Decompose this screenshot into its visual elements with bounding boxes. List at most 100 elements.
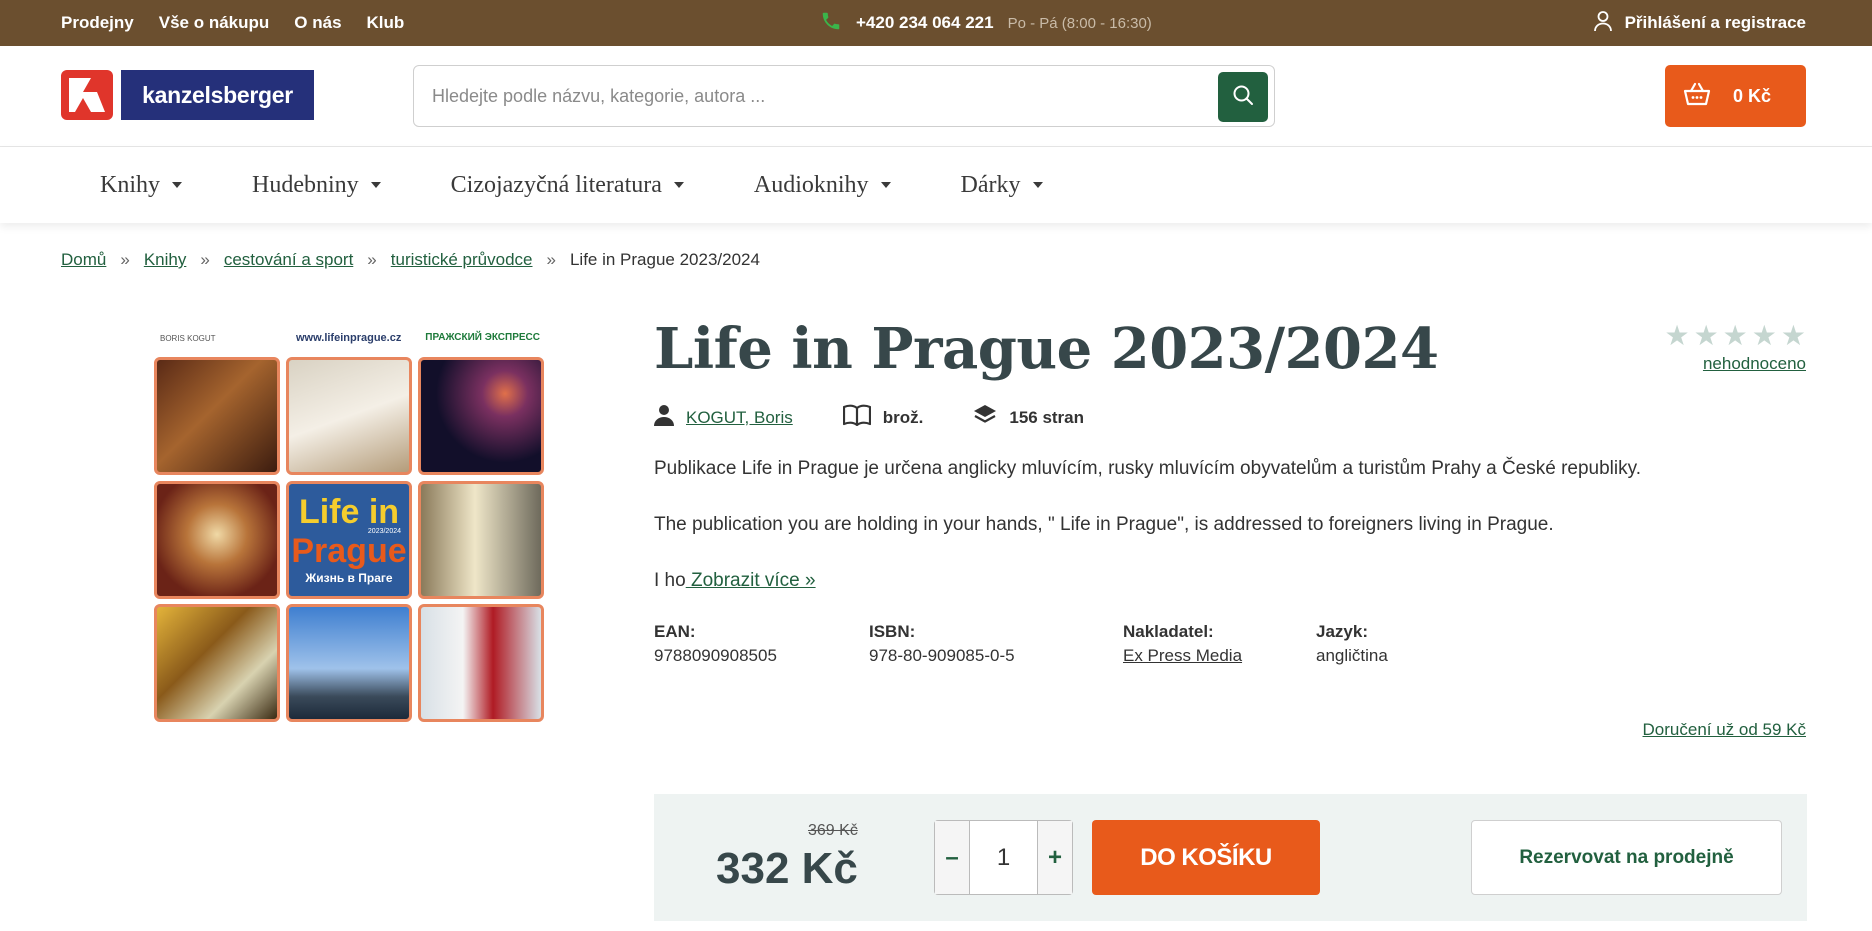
meta-author: KOGUT, Boris <box>654 404 793 431</box>
quantity-stepper: – + <box>934 820 1073 895</box>
quantity-increase-button[interactable]: + <box>1037 821 1072 894</box>
nav-label: Hudebniny <box>252 171 359 198</box>
basket-icon <box>1683 82 1711 111</box>
logo-mark-icon <box>61 70 113 120</box>
caret-down-icon <box>1032 182 1043 188</box>
spec-value: 9788090908505 <box>654 646 777 665</box>
cover-photo-drawing <box>286 357 412 475</box>
breadcrumb-travel-sport[interactable]: cestování a sport <box>224 250 353 270</box>
phone-icon <box>820 10 842 37</box>
star-icon: ★ <box>1751 320 1777 351</box>
binding-value: brož. <box>882 407 924 427</box>
product-cover-image[interactable]: BORIS KOGUT www.lifeinprague.cz ПРАЖСКИЙ… <box>150 328 548 728</box>
breadcrumb: Domů » Knihy » cestování a sport » turis… <box>61 250 760 270</box>
star-icon: ★ <box>1780 320 1806 351</box>
cover-url: www.lifeinprague.cz <box>296 332 402 344</box>
spec-value: 978-80-909085-0-5 <box>869 646 1015 665</box>
meta-pages: 156 stran <box>973 404 1084 431</box>
buy-box: 369 Kč 332 Kč – + DO KOŠÍKU Rezervovat n… <box>654 794 1807 921</box>
cover-title-tile: Life in 2023/2024 Prague Жизнь в Праге <box>286 481 412 599</box>
rating-link[interactable]: nehodnoceno <box>1703 354 1806 374</box>
description-paragraph: Publikace Life in Prague je určena angli… <box>654 458 1641 479</box>
login-label: Přihlášení a registrace <box>1624 13 1806 32</box>
nav-item-sheet-music[interactable]: Hudebniny <box>252 172 381 199</box>
cover-photo-library <box>154 357 280 475</box>
logo-wordmark: kanzelsberger <box>121 70 314 120</box>
layers-icon <box>973 404 997 431</box>
login-link[interactable]: Přihlášení a registrace <box>1593 0 1806 46</box>
add-to-cart-button[interactable]: DO KOŠÍKU <box>1092 820 1320 895</box>
cover-photo-theatre <box>154 481 280 599</box>
top-link-shopping-info[interactable]: Vše o nákupu <box>159 13 270 33</box>
cover-photo-metro <box>418 481 544 599</box>
spec-label: EAN: <box>654 622 696 641</box>
person-icon <box>654 404 674 431</box>
star-icon: ★ <box>1722 320 1748 351</box>
top-link-club[interactable]: Klub <box>367 13 405 33</box>
caret-down-icon <box>172 182 182 188</box>
breadcrumb-separator: » <box>120 250 130 269</box>
breadcrumb-current: Life in Prague 2023/2024 <box>569 250 760 269</box>
top-links: Prodejny Vše o nákupu O nás Klub <box>61 0 404 46</box>
star-icon: ★ <box>1664 320 1690 351</box>
top-link-stores[interactable]: Prodejny <box>61 13 134 33</box>
search-box <box>413 65 1275 127</box>
product-meta: KOGUT, Boris brož. 156 stran <box>654 404 1134 431</box>
reserve-in-store-button[interactable]: Rezervovat na prodejně <box>1471 820 1782 895</box>
spec-language: Jazyk: angličtina <box>1316 622 1466 666</box>
spec-label: ISBN: <box>869 622 916 641</box>
cover-title-line2: Prague <box>291 531 407 570</box>
cover-author: BORIS KOGUT <box>160 334 216 343</box>
breadcrumb-books[interactable]: Knihy <box>144 250 187 270</box>
old-price: 369 Kč <box>808 822 858 839</box>
cart-total: 0 Kč <box>1733 85 1772 106</box>
show-more-link[interactable]: Zobrazit více » <box>686 570 816 591</box>
contact-phone: +420 234 064 221 Po - Pá (8:00 - 16:30) <box>820 0 1152 46</box>
top-link-about[interactable]: O nás <box>294 13 341 33</box>
cart-button[interactable]: 0 Kč <box>1665 65 1806 127</box>
main-navigation: Knihy Hudebniny Cizojazyčná literatura A… <box>0 147 1872 223</box>
cover-photo-food <box>154 604 280 722</box>
nav-label: Audioknihy <box>753 171 869 198</box>
spec-value: angličtina <box>1316 646 1388 665</box>
nav-item-audiobooks[interactable]: Audioknihy <box>754 172 891 199</box>
quantity-input[interactable] <box>970 821 1037 894</box>
open-book-icon <box>842 404 871 431</box>
publisher-link[interactable]: Ex Press Media <box>1123 646 1242 665</box>
nav-item-gifts[interactable]: Dárky <box>961 172 1043 199</box>
breadcrumb-home[interactable]: Domů <box>61 250 106 270</box>
breadcrumb-separator: » <box>200 250 210 269</box>
cover-header: BORIS KOGUT www.lifeinprague.cz ПРАЖСКИЙ… <box>150 328 548 352</box>
nav-label: Dárky <box>960 171 1021 198</box>
rating-stars[interactable]: ★ ★ ★ ★ ★ <box>1664 320 1806 352</box>
breadcrumb-travel-guides[interactable]: turistické průvodce <box>391 250 533 270</box>
caret-down-icon <box>673 182 684 188</box>
site-logo[interactable]: kanzelsberger <box>61 70 314 120</box>
spec-isbn: ISBN: 978-80-909085-0-5 <box>869 622 1123 666</box>
search-button[interactable] <box>1218 72 1268 122</box>
product-rating: ★ ★ ★ ★ ★ nehodnoceno <box>1664 320 1806 374</box>
product-description: Publikace Life in Prague je určena angli… <box>654 456 1641 624</box>
search-input[interactable] <box>414 66 1214 126</box>
cover-photo-fireworks <box>418 357 544 475</box>
phone-number[interactable]: +420 234 064 221 <box>856 13 994 33</box>
author-link[interactable]: KOGUT, Boris <box>686 408 793 428</box>
current-price: 332 Kč <box>716 844 858 893</box>
search-icon <box>1232 84 1254 111</box>
nav-item-foreign-literature[interactable]: Cizojazyčná literatura <box>451 172 684 199</box>
spec-ean: EAN: 9788090908505 <box>654 622 869 666</box>
opening-hours: Po - Pá (8:00 - 16:30) <box>1007 14 1152 32</box>
nav-item-books[interactable]: Knihy <box>100 172 182 199</box>
product-specs: EAN: 9788090908505 ISBN: 978-80-909085-0… <box>654 622 1466 666</box>
star-icon: ★ <box>1693 320 1719 351</box>
meta-binding: brož. <box>842 404 924 431</box>
breadcrumb-separator: » <box>546 250 556 269</box>
caret-down-icon <box>370 182 381 188</box>
quantity-decrease-button[interactable]: – <box>935 821 970 894</box>
breadcrumb-separator: » <box>367 250 377 269</box>
delivery-link[interactable]: Doručení už od 59 Kč <box>1643 720 1806 740</box>
cover-publisher: ПРАЖСКИЙ ЭКСПРЕСС <box>425 332 540 343</box>
caret-down-icon <box>880 182 891 188</box>
excerpt-text: I ho <box>654 570 686 591</box>
cover-subtitle: Жизнь в Праге <box>305 570 393 585</box>
